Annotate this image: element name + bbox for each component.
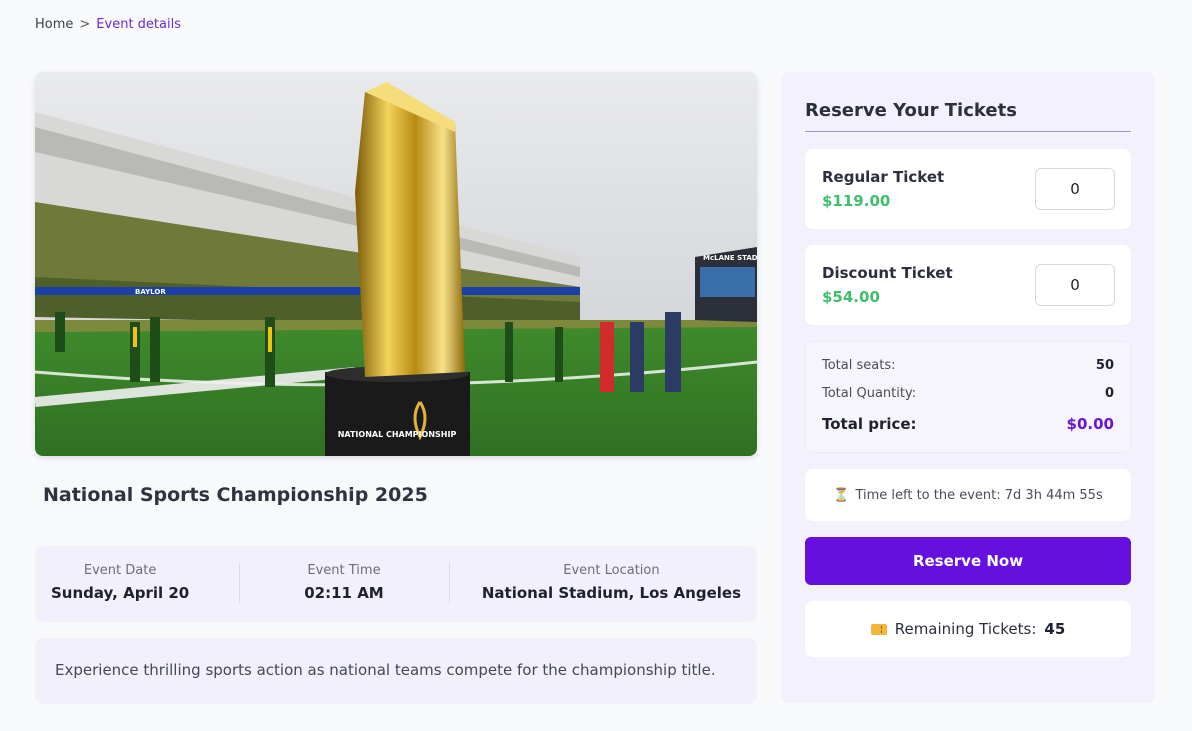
ticket-icon: [870, 623, 887, 635]
total-price-row: Total price: $0.00: [822, 415, 1114, 433]
info-divider: [449, 563, 450, 603]
event-location: Event Location National Stadium, Los Ang…: [482, 563, 741, 602]
total-quantity-row: Total Quantity: 0: [822, 386, 1114, 401]
scoreboard-text: McLANE STADIUM: [703, 254, 757, 262]
ticket-price: $119.00: [822, 192, 891, 210]
reserve-panel: Reserve Your Tickets Regular Ticket $119…: [781, 72, 1155, 703]
regular-quantity-input[interactable]: [1035, 168, 1115, 210]
countdown-text: Time left to the event: 7d 3h 44m 55s: [855, 487, 1103, 503]
event-time-label: Event Time: [307, 563, 381, 578]
remaining-tickets-value: 45: [1044, 620, 1066, 638]
total-seats-label: Total seats:: [822, 358, 896, 373]
hourglass-icon: ⏳: [833, 487, 850, 503]
total-seats-value: 50: [1095, 358, 1114, 373]
breadcrumb-current[interactable]: Event details: [96, 17, 181, 32]
event-date-label: Event Date: [83, 563, 157, 578]
event-location-label: Event Location: [563, 563, 660, 578]
event-date: Event Date Sunday, April 20: [51, 563, 189, 602]
breadcrumb: Home > Event details: [35, 17, 181, 32]
total-quantity-value: 0: [1104, 386, 1114, 401]
trophy-base-text: NATIONAL CHAMPIONSHIP: [338, 430, 457, 439]
total-quantity-label: Total Quantity:: [822, 386, 917, 401]
event-image: NATIONAL CHAMPIONSHIP BAYLOR McLANE STAD…: [35, 72, 757, 456]
stadium-photo: NATIONAL CHAMPIONSHIP BAYLOR McLANE STAD…: [35, 72, 757, 456]
breadcrumb-home-link[interactable]: Home: [35, 17, 73, 32]
event-description: Experience thrilling sports action as na…: [35, 638, 757, 704]
event-location-value: National Stadium, Los Angeles: [481, 584, 741, 602]
title-divider: [805, 131, 1131, 132]
reserve-now-button[interactable]: Reserve Now: [805, 537, 1131, 585]
order-summary: Total seats: 50 Total Quantity: 0 Total …: [805, 341, 1131, 453]
stadium-banner-text: BAYLOR: [135, 288, 166, 296]
ticket-price: $54.00: [822, 288, 880, 306]
event-info-card: Event Date Sunday, April 20 Event Time 0…: [35, 546, 757, 622]
event-date-value: Sunday, April 20: [51, 584, 190, 602]
ticket-name: Discount Ticket: [822, 264, 953, 282]
countdown: ⏳ Time left to the event: 7d 3h 44m 55s: [805, 469, 1131, 521]
total-price-value: $0.00: [1066, 415, 1114, 433]
ticket-regular: Regular Ticket $119.00: [805, 149, 1131, 229]
ticket-name: Regular Ticket: [822, 168, 945, 186]
info-divider: [239, 563, 240, 603]
event-time: Event Time 02:11 AM: [267, 563, 421, 602]
event-title: National Sports Championship 2025: [43, 484, 428, 506]
total-price-label: Total price:: [822, 415, 917, 433]
event-time-value: 02:11 AM: [304, 584, 384, 602]
reserve-title: Reserve Your Tickets: [805, 100, 1017, 121]
remaining-tickets-label: Remaining Tickets:: [894, 620, 1037, 638]
discount-quantity-input[interactable]: [1035, 264, 1115, 306]
ticket-discount: Discount Ticket $54.00: [805, 245, 1131, 325]
remaining-tickets: Remaining Tickets: 45: [805, 601, 1131, 657]
breadcrumb-separator: >: [79, 17, 91, 32]
total-seats-row: Total seats: 50: [822, 358, 1114, 373]
